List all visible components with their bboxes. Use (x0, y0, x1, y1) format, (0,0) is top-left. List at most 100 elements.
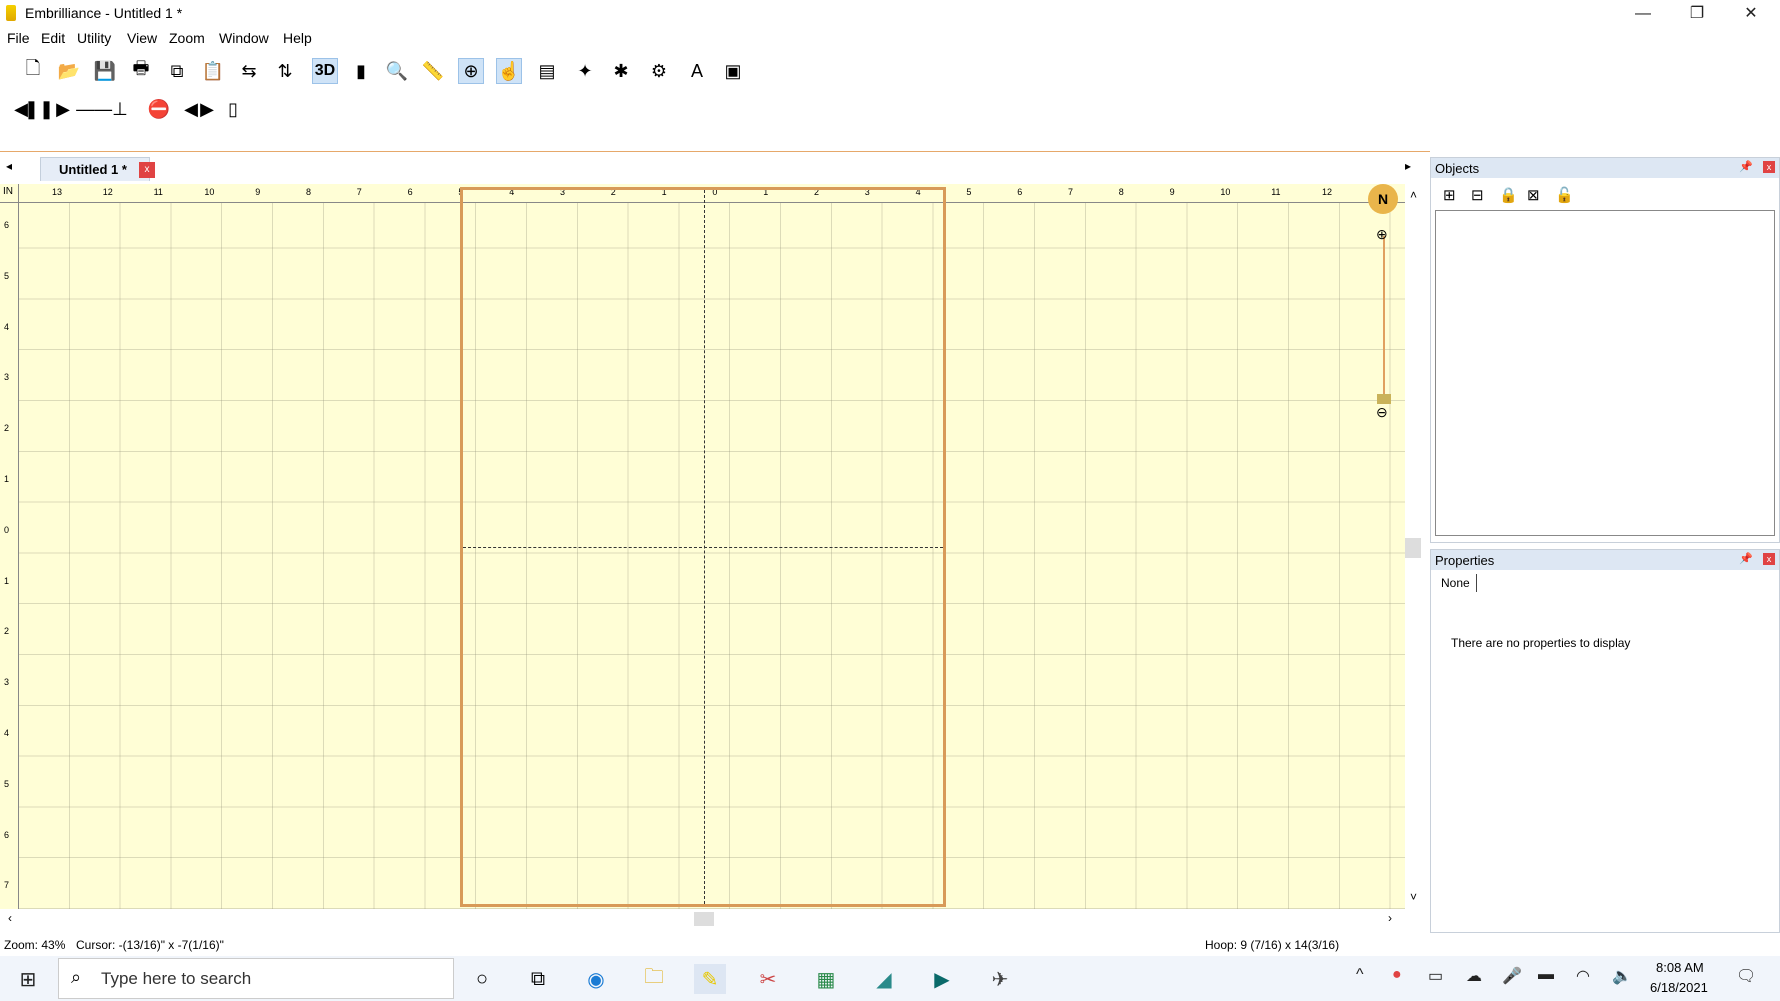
settings-icon[interactable]: ⚙ (646, 58, 672, 84)
ruler-top-label: 6 (1017, 187, 1023, 197)
task-view-icon[interactable]: ⧉ (522, 964, 554, 994)
ungroup-icon[interactable]: ⊟ (1471, 186, 1484, 204)
taskbar-date[interactable]: 6/18/2021 (1650, 980, 1708, 995)
calculator-icon[interactable]: ▦ (810, 964, 842, 994)
ruler-left-label: 6 (4, 220, 10, 230)
stitch-player-toolbar: ◀ ❚❚ ▶ ——⊥ ⛔ ◀ ▶ ▯ (4, 94, 244, 124)
color-chart-icon[interactable]: ▮ (348, 58, 374, 84)
app-icon (6, 5, 16, 21)
meet-now-icon[interactable]: ▭ (1428, 966, 1443, 986)
properties-panel-close-button[interactable]: x (1763, 553, 1775, 565)
copy-icon[interactable]: ⧉ (164, 58, 190, 84)
menu-help[interactable]: Help (283, 30, 312, 46)
text-tool-icon[interactable]: A (684, 58, 710, 84)
scroll-left-icon[interactable]: ‹ (8, 911, 12, 925)
paste-icon[interactable]: 📋 (200, 58, 226, 84)
restore-button[interactable]: ❐ (1670, 0, 1724, 28)
tray-overflow-icon[interactable]: ^ (1356, 966, 1364, 984)
scroll-down-icon[interactable]: ˅ (1410, 890, 1417, 904)
onedrive-icon[interactable]: ☁ (1466, 966, 1482, 986)
stitch-slider[interactable]: ——⊥ (70, 96, 134, 122)
menu-view[interactable]: View (127, 30, 157, 46)
ruler-left-label: 7 (4, 880, 10, 891)
zoom-status: Zoom: 43% (4, 938, 66, 952)
snipping-tool-icon[interactable]: ✂ (752, 964, 784, 994)
mirror-v-icon[interactable]: ⇅ (272, 58, 298, 84)
zoom-slider-thumb[interactable] (1377, 394, 1391, 404)
scroll-up-icon[interactable]: ˄ (1410, 188, 1417, 202)
zoom-tool-icon[interactable]: 🔍 (384, 58, 410, 84)
new-icon[interactable]: 🗋 (20, 58, 46, 84)
ruler-top-label: 10 (204, 187, 215, 197)
properties-icon[interactable]: ▤ (534, 58, 560, 84)
menu-file[interactable]: File (7, 30, 30, 46)
notifications-icon[interactable]: 🗨 (1736, 966, 1756, 986)
close-button[interactable]: ✕ (1724, 0, 1778, 28)
objects-panel-close-button[interactable]: x (1763, 161, 1775, 173)
scroll-right-icon[interactable]: › (1388, 911, 1392, 925)
properties-tab-none[interactable]: None (1435, 574, 1477, 592)
app-icon-green[interactable]: ◢ (868, 964, 900, 994)
minimize-button[interactable]: — (1616, 0, 1670, 28)
applique-icon[interactable]: ✦ (572, 58, 598, 84)
pause-icon[interactable]: ❚❚ (24, 96, 54, 122)
group-icon[interactable]: ⊞ (1443, 186, 1456, 204)
menu-window[interactable]: Window (219, 30, 269, 46)
ruler-top-label: 6 (407, 187, 413, 197)
hoop-center-icon[interactable]: ⊕ (458, 58, 484, 84)
color-swatch[interactable]: ▯ (220, 96, 246, 122)
terminal-icon[interactable]: ▶ (926, 964, 958, 994)
taskbar-search-box[interactable]: ⌕ Type here to search (58, 958, 454, 999)
windows-start-icon[interactable]: ⊞ (12, 964, 44, 994)
zoom-in-icon[interactable]: ⊕ (1376, 226, 1388, 243)
battery-icon[interactable]: ▬ (1538, 966, 1554, 984)
ruler-top-label: 8 (306, 187, 312, 197)
zoom-slider-track[interactable] (1383, 236, 1385, 396)
volume-icon[interactable]: 🔈 (1612, 966, 1632, 986)
ruler-top-label: 10 (1220, 187, 1231, 197)
edge-icon[interactable]: ◉ (580, 964, 612, 994)
embrilliance-taskbar-icon[interactable]: ✎ (694, 964, 726, 994)
menu-edit[interactable]: Edit (41, 30, 65, 46)
pin-icon[interactable]: 📌 (1739, 160, 1753, 173)
export-icon[interactable]: ▣ (720, 58, 746, 84)
step-forward-icon[interactable]: ▶ (194, 96, 220, 122)
record-icon[interactable]: ● (1392, 966, 1402, 984)
objects-panel: Objects 📌 x ⊞ ⊟ 🔒 ⊠ 🔓 (1430, 157, 1780, 543)
tab-untitled-1[interactable]: Untitled 1 * x (40, 157, 155, 181)
tab-label: Untitled 1 * (59, 162, 127, 177)
mirror-h-icon[interactable]: ⇆ (236, 58, 262, 84)
cortana-icon[interactable]: ○ (466, 964, 498, 994)
lock-icon[interactable]: 🔒 (1499, 186, 1518, 204)
document-title: Untitled 1 * (113, 5, 183, 21)
objects-list[interactable] (1435, 210, 1775, 536)
stitch-icon[interactable]: ✱ (608, 58, 634, 84)
wifi-icon[interactable]: ◠ (1576, 966, 1590, 986)
stop-icon[interactable]: ⛔ (146, 96, 172, 122)
menu-zoom[interactable]: Zoom (169, 30, 205, 46)
print-icon[interactable]: 🖶 (128, 58, 154, 84)
menu-bar: File Edit Utility View Zoom Window Help (0, 28, 1780, 50)
tab-scroll-right-icon[interactable]: ▸ (1405, 159, 1411, 173)
menu-utility[interactable]: Utility (77, 30, 111, 46)
vertical-scroll-thumb[interactable] (1405, 538, 1421, 558)
3d-toggle[interactable]: 3D (312, 58, 338, 84)
taskbar-time[interactable]: 8:08 AM (1656, 960, 1704, 975)
tab-close-button[interactable]: x (139, 162, 155, 178)
compass-icon[interactable]: N (1368, 184, 1398, 214)
measure-icon[interactable]: 📏 (420, 58, 446, 84)
microphone-icon[interactable]: 🎤 (1502, 966, 1522, 986)
select-tool-icon[interactable]: ☝ (496, 58, 522, 84)
window-title: Embrilliance - Untitled 1 * (25, 5, 182, 21)
zoom-out-icon[interactable]: ⊖ (1376, 404, 1388, 421)
file-explorer-icon[interactable]: 🗀 (638, 964, 670, 994)
app-icon-dark[interactable]: ✈ (984, 964, 1016, 994)
pin-icon[interactable]: 📌 (1739, 552, 1753, 565)
save-icon[interactable]: 💾 (92, 58, 118, 84)
unlock-icon[interactable]: 🔓 (1555, 186, 1574, 204)
ruler-left-label: 2 (4, 423, 10, 434)
tab-scroll-left-icon[interactable]: ◂ (6, 159, 12, 173)
horizontal-scroll-thumb[interactable] (694, 912, 714, 926)
delete-icon[interactable]: ⊠ (1527, 186, 1540, 204)
open-icon[interactable]: 📂 (56, 58, 82, 84)
